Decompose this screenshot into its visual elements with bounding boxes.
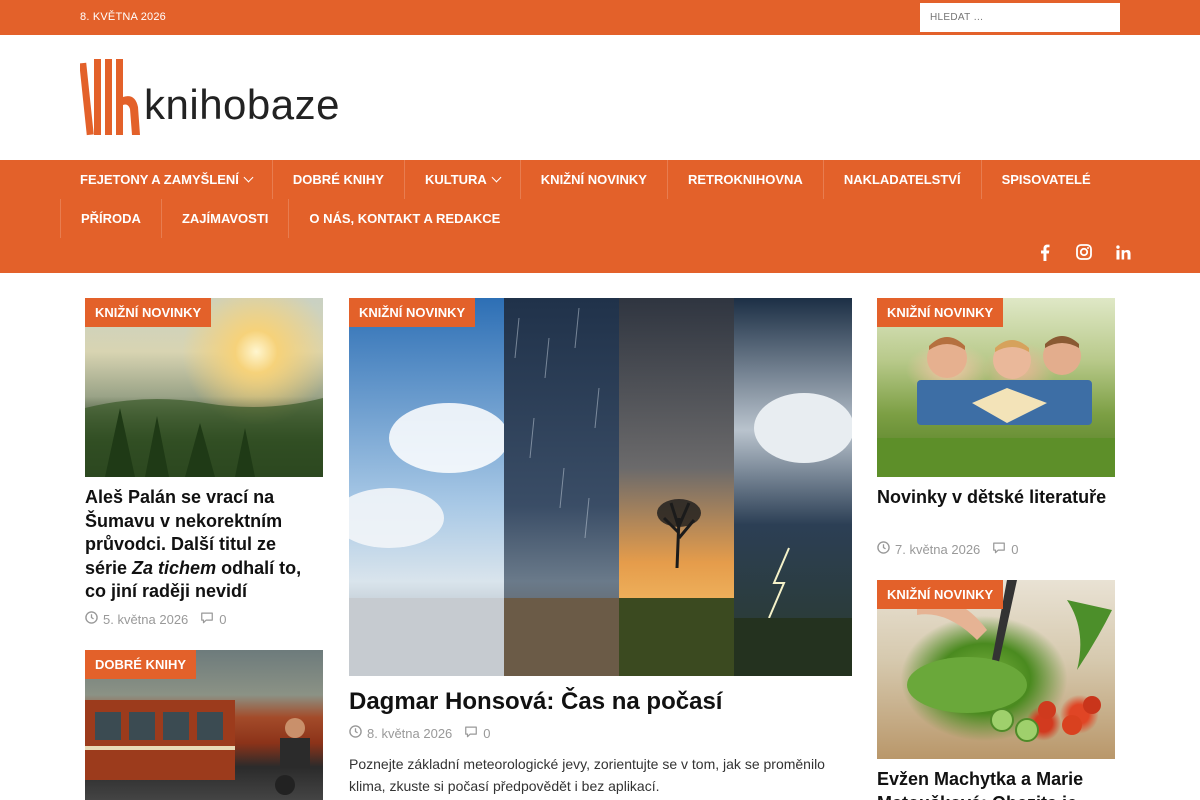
clock-icon: [877, 541, 890, 557]
comment-icon[interactable]: [464, 725, 478, 741]
nav-item-retroknihovna[interactable]: RETROKNIHOVNA: [666, 160, 823, 199]
current-date: 8. KVĚTNA 2026: [80, 11, 166, 23]
article-card-right-1[interactable]: KNIŽNÍ NOVINKY Novinky v dětské literatu…: [877, 298, 1115, 563]
site-logo[interactable]: knihobaze: [80, 57, 380, 141]
search-input[interactable]: [920, 3, 1120, 32]
comment-icon[interactable]: [992, 541, 1006, 557]
nav-item-priroda[interactable]: PŘÍRODA: [60, 199, 161, 238]
books-logo-icon: [80, 59, 140, 136]
clock-icon: [349, 725, 362, 741]
article-title[interactable]: Evžen Machytka a Marie Matoušková: Obezi…: [877, 768, 1113, 800]
nav-item-dobre-knihy[interactable]: DOBRÉ KNIHY: [271, 160, 404, 199]
comment-count[interactable]: 0: [483, 726, 490, 741]
article-date: 7. května 2026: [895, 541, 981, 557]
nav-item-kultura[interactable]: KULTURA: [403, 160, 520, 199]
nav-label: FEJETONY A ZAMYŠLENÍ: [80, 172, 239, 187]
category-badge[interactable]: KNIŽNÍ NOVINKY: [877, 298, 1004, 327]
article-title[interactable]: Novinky v dětské literatuře: [877, 486, 1113, 510]
linkedin-icon[interactable]: [1113, 242, 1133, 262]
facebook-icon[interactable]: [1035, 242, 1055, 262]
nav-row-1: FEJETONY A ZAMYŠLENÍ DOBRÉ KNIHY KULTURA…: [60, 160, 1111, 199]
article-title[interactable]: Dagmar Honsová: Čas na počasí: [349, 687, 852, 717]
nav-item-zajimavosti[interactable]: ZAJÍMAVOSTI: [160, 199, 288, 238]
top-bar: 8. KVĚTNA 2026: [0, 0, 1200, 35]
comment-icon[interactable]: [200, 611, 214, 627]
nav-label: KULTURA: [424, 172, 487, 187]
article-meta: 8. května 2026 0: [349, 725, 491, 741]
comment-count[interactable]: 0: [1011, 542, 1018, 557]
main-nav: FEJETONY A ZAMYŠLENÍ DOBRÉ KNIHY KULTURA…: [0, 160, 1200, 273]
article-card-left-1[interactable]: KNIŽNÍ NOVINKY Aleš Palán se vrací na Šu…: [85, 298, 323, 638]
comment-count[interactable]: 0: [219, 612, 226, 627]
category-badge[interactable]: KNIŽNÍ NOVINKY: [877, 580, 1004, 609]
article-excerpt: Poznejte základní meteorologické jevy, z…: [349, 756, 825, 794]
article-thumbnail[interactable]: KNIŽNÍ NOVINKY: [877, 298, 1115, 477]
nav-label: SPISOVATELÉ: [1001, 172, 1091, 187]
article-title[interactable]: Aleš Palán se vrací na Šumavu v nekorekt…: [85, 486, 321, 604]
nav-item-nakladatelstvi[interactable]: NAKLADATELSTVÍ: [822, 160, 981, 199]
category-badge[interactable]: KNIŽNÍ NOVINKY: [85, 298, 212, 327]
article-card-right-2[interactable]: KNIŽNÍ NOVINKY Evžen Machytka a Marie Ma…: [877, 580, 1115, 800]
nav-item-fejetony[interactable]: FEJETONY A ZAMYŠLENÍ: [60, 160, 272, 199]
nav-label: DOBRÉ KNIHY: [292, 172, 384, 187]
article-card-left-2[interactable]: DOBRÉ KNIHY: [85, 650, 323, 800]
article-card-featured[interactable]: KNIŽNÍ NOVINKY Dagmar Honsová: Čas na po…: [349, 298, 852, 800]
instagram-icon[interactable]: [1074, 242, 1094, 262]
chevron-down-icon: [243, 172, 254, 183]
logo-text: knihobaze: [144, 81, 340, 128]
nav-label: RETROKNIHOVNA: [687, 172, 803, 187]
article-date: 5. května 2026: [103, 611, 189, 627]
category-badge[interactable]: KNIŽNÍ NOVINKY: [349, 298, 476, 327]
nav-label: ZAJÍMAVOSTI: [181, 211, 269, 226]
clock-icon: [85, 611, 98, 627]
chevron-down-icon: [491, 172, 502, 183]
article-date: 8. května 2026: [367, 725, 453, 741]
nav-label: KNIŽNÍ NOVINKY: [540, 172, 647, 187]
nav-label: PŘÍRODA: [81, 211, 141, 226]
article-meta: 5. května 2026 0: [85, 611, 227, 627]
nav-label: NAKLADATELSTVÍ: [843, 172, 961, 187]
site-header: knihobaze: [0, 35, 1200, 160]
article-thumbnail[interactable]: KNIŽNÍ NOVINKY: [85, 298, 323, 477]
nav-label: O NÁS, KONTAKT A REDAKCE: [309, 211, 501, 226]
article-meta: 7. května 2026 0: [877, 541, 1019, 557]
nav-item-knizni-novinky[interactable]: KNIŽNÍ NOVINKY: [519, 160, 667, 199]
nav-item-spisovatele[interactable]: SPISOVATELÉ: [980, 160, 1111, 199]
category-badge[interactable]: DOBRÉ KNIHY: [85, 650, 197, 679]
article-thumbnail[interactable]: KNIŽNÍ NOVINKY: [877, 580, 1115, 759]
nav-row-2: PŘÍRODA ZAJÍMAVOSTI O NÁS, KONTAKT A RED…: [60, 199, 520, 238]
article-thumbnail[interactable]: KNIŽNÍ NOVINKY: [349, 298, 852, 676]
nav-item-o-nas[interactable]: O NÁS, KONTAKT A REDAKCE: [288, 199, 520, 238]
weather-seasons-image: [349, 298, 852, 676]
article-thumbnail[interactable]: DOBRÉ KNIHY: [85, 650, 323, 800]
title-emphasis: Za tichem: [132, 557, 217, 578]
